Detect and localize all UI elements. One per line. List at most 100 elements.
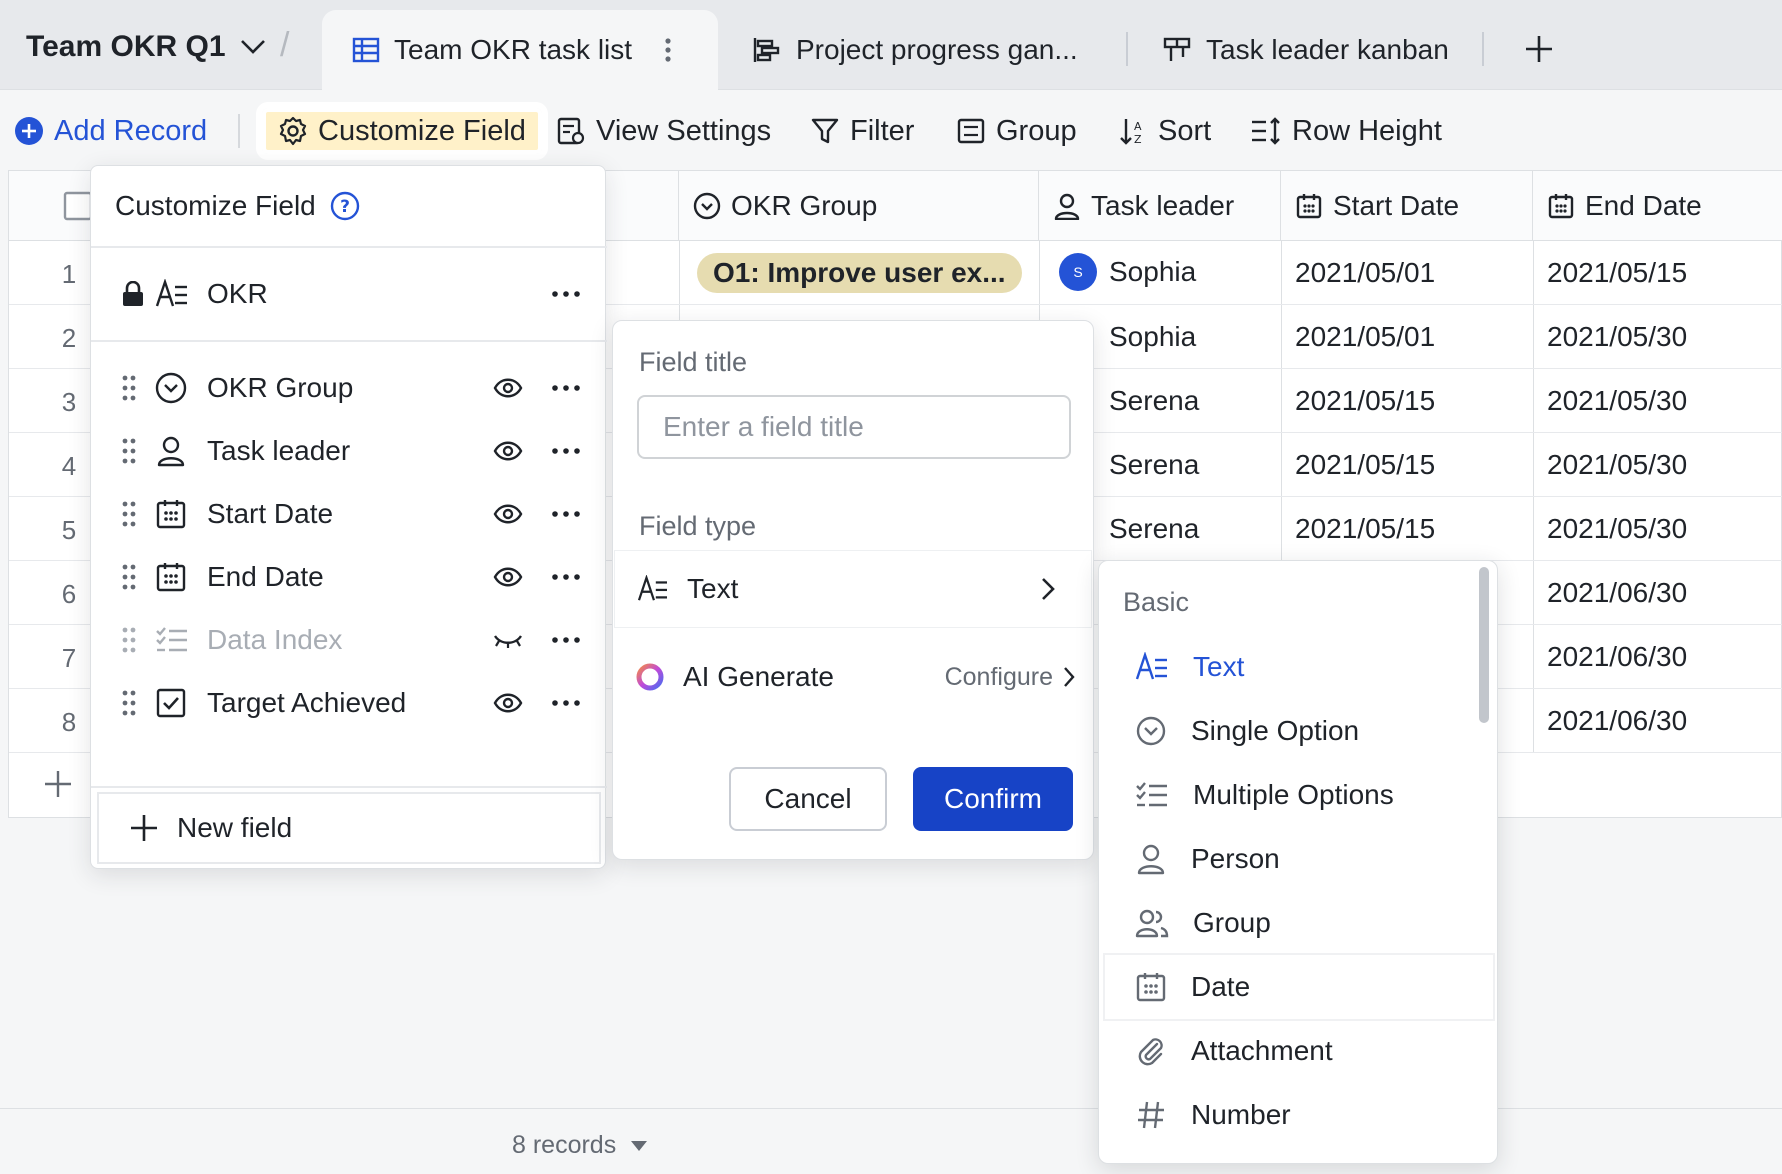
sort-button[interactable]: AZ Sort <box>1118 108 1211 154</box>
type-option-multiple-options[interactable]: Multiple Options <box>1105 763 1493 827</box>
records-count-dropdown[interactable]: 8 records <box>512 1131 648 1160</box>
column-header-task-leader[interactable]: Task leader <box>1039 171 1281 241</box>
end-date-cell: 2021/06/30 <box>1547 705 1688 736</box>
divider <box>91 246 607 248</box>
column-header-start-date[interactable]: Start Date <box>1281 171 1533 241</box>
field-row-okr-group[interactable]: OKR Group <box>91 356 607 420</box>
eye-icon[interactable] <box>493 377 523 399</box>
leader-name: Serena <box>1109 385 1200 416</box>
type-option-attachment[interactable]: Attachment <box>1105 1019 1493 1083</box>
drag-handle-icon[interactable] <box>121 563 137 591</box>
type-option-person[interactable]: Person <box>1105 827 1493 891</box>
type-option-text[interactable]: Text <box>1105 635 1493 699</box>
field-row-okr[interactable]: OKR <box>91 262 607 326</box>
leader-name: Sophia <box>1109 321 1197 352</box>
leader-name: Serena <box>1109 513 1200 544</box>
filter-button[interactable]: Filter <box>810 108 914 154</box>
text-type-icon <box>155 279 189 309</box>
tab-label: Task leader kanban <box>1206 34 1449 65</box>
chevron-right-icon <box>1063 666 1075 688</box>
more-horizontal-icon[interactable] <box>551 447 581 455</box>
settings-doc-icon <box>556 116 586 146</box>
field-type-select[interactable]: Text <box>615 551 1091 627</box>
row-height-button[interactable]: Row Height <box>1250 108 1442 154</box>
avatar: S <box>1059 253 1097 291</box>
more-horizontal-icon[interactable] <box>551 384 581 392</box>
view-settings-button[interactable]: View Settings <box>556 108 771 154</box>
new-field-label: New field <box>177 812 293 843</box>
customize-field-button[interactable]: Customize Field <box>256 102 548 160</box>
drag-handle-icon[interactable] <box>121 437 137 465</box>
plus-circle-icon <box>14 116 44 146</box>
calendar-icon <box>1547 192 1575 220</box>
type-option-number[interactable]: Number <box>1105 1083 1493 1147</box>
single-option-icon <box>155 372 187 404</box>
leader-name: Serena <box>1109 449 1200 480</box>
end-date-cell: 2021/05/30 <box>1547 449 1688 480</box>
ai-generate-row[interactable]: AI Generate Configure <box>635 647 1075 707</box>
field-row-task-leader[interactable]: Task leader <box>91 419 607 483</box>
panel-title-text: Customize Field <box>115 190 316 221</box>
field-row-end-date[interactable]: End Date <box>91 545 607 609</box>
start-date-cell: 2021/05/01 <box>1295 257 1436 288</box>
confirm-button[interactable]: Confirm <box>913 767 1073 831</box>
more-horizontal-icon[interactable] <box>551 699 581 707</box>
gear-icon <box>278 116 308 146</box>
drag-handle-icon[interactable] <box>121 500 137 528</box>
person-icon <box>1053 192 1081 220</box>
eye-icon[interactable] <box>493 692 523 714</box>
field-row-target-achieved[interactable]: Target Achieved <box>91 671 607 735</box>
new-field-editor: Field title Enter a field title Field ty… <box>612 320 1094 860</box>
add-record-button[interactable]: Add Record <box>14 108 207 154</box>
drag-handle-icon[interactable] <box>121 374 137 402</box>
tab-team-okr-task-list[interactable]: Team OKR task list <box>322 10 718 90</box>
column-header-end-date[interactable]: End Date <box>1533 171 1782 241</box>
help-icon[interactable]: ? <box>330 191 360 221</box>
text-type-icon <box>1135 652 1169 682</box>
type-option-group[interactable]: Group <box>1105 891 1493 955</box>
tab-task-leader-kanban[interactable]: Task leader kanban <box>1162 10 1449 90</box>
field-row-data-index[interactable]: Data Index <box>91 608 607 672</box>
ai-ring-icon <box>635 662 665 692</box>
type-option-single-option[interactable]: Single Option <box>1105 699 1493 763</box>
tab-project-progress-gantt[interactable]: Project progress gan... <box>752 10 1078 90</box>
new-field-button[interactable]: New field <box>97 792 601 864</box>
start-date-cell: 2021/05/15 <box>1295 449 1436 480</box>
type-option-label: Multiple Options <box>1193 779 1394 810</box>
field-row-start-date[interactable]: Start Date <box>91 482 607 546</box>
end-date-cell: 2021/06/30 <box>1547 577 1688 608</box>
field-label: OKR <box>207 278 268 309</box>
type-option-date[interactable]: Date <box>1105 955 1493 1019</box>
add-row-plus-icon[interactable] <box>43 769 73 799</box>
more-horizontal-icon[interactable] <box>551 290 581 298</box>
group-button[interactable]: Group <box>956 108 1077 154</box>
more-horizontal-icon[interactable] <box>551 573 581 581</box>
drag-handle-icon[interactable] <box>121 626 137 654</box>
eye-icon[interactable] <box>493 503 523 525</box>
more-horizontal-icon[interactable] <box>551 510 581 518</box>
grid-footer: 8 records <box>0 1108 1782 1174</box>
base-name-dropdown[interactable]: Team OKR Q1 <box>26 30 266 64</box>
field-label: OKR Group <box>207 372 354 403</box>
eye-closed-icon[interactable] <box>493 629 523 651</box>
eye-icon[interactable] <box>493 440 523 462</box>
svg-text:A: A <box>1134 120 1142 133</box>
eye-icon[interactable] <box>493 566 523 588</box>
svg-text:Z: Z <box>1134 133 1142 146</box>
view-toolbar: Add Record Customize Field View Settings… <box>0 92 1782 170</box>
cancel-button[interactable]: Cancel <box>729 767 887 831</box>
paperclip-icon <box>1135 1035 1167 1067</box>
more-horizontal-icon[interactable] <box>551 636 581 644</box>
select-all-checkbox[interactable] <box>63 191 93 221</box>
drag-handle-icon[interactable] <box>121 689 137 717</box>
field-title-input[interactable]: Enter a field title <box>637 395 1071 459</box>
configure-link[interactable]: Configure <box>945 663 1075 692</box>
more-vertical-icon[interactable] <box>664 36 672 64</box>
add-view-plus-icon[interactable] <box>1524 34 1554 64</box>
column-label: Start Date <box>1333 189 1460 221</box>
configure-label: Configure <box>944 662 1053 691</box>
column-header-okr-group[interactable]: OKR Group <box>679 171 1039 241</box>
column-label: End Date <box>1585 189 1702 221</box>
tab-divider <box>1482 32 1484 66</box>
breadcrumb-separator: / <box>280 26 290 64</box>
